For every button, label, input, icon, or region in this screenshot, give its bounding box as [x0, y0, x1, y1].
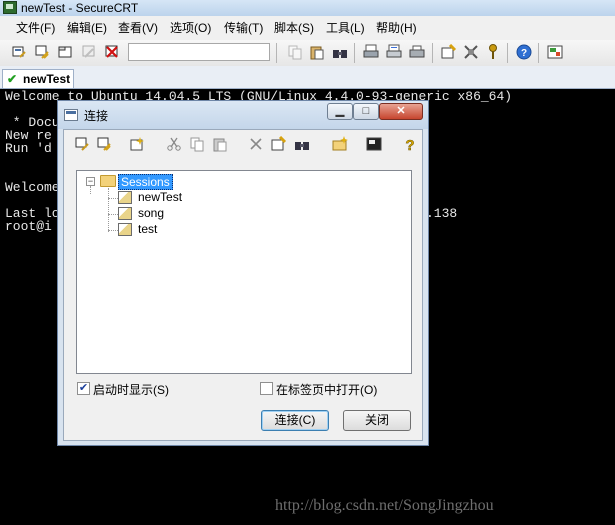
keymap-icon[interactable] — [485, 44, 501, 60]
session-tree[interactable]: − Sessions newTest song test — [76, 170, 412, 374]
quick-connect-icon[interactable] — [96, 136, 112, 152]
menu-view[interactable]: 查看(V) — [118, 16, 158, 40]
reconnect-icon[interactable] — [81, 44, 97, 60]
menu-transfer[interactable]: 传输(T) — [224, 16, 263, 40]
find-icon[interactable] — [332, 44, 348, 60]
toolbar-separator — [276, 43, 277, 63]
tree-session-newtest[interactable]: newTest — [138, 190, 182, 204]
folder-icon — [100, 175, 116, 187]
session-icon — [118, 191, 132, 204]
session-icon — [118, 223, 132, 236]
toolbar-separator — [538, 43, 539, 63]
connect-dialog: 连接 ▁ □ ✕ ? − Sessions newTest song test … — [57, 100, 429, 446]
open-in-tab-checkbox[interactable] — [260, 382, 273, 395]
watermark-text: http://blog.csdn.net/SongJingzhou — [275, 497, 494, 514]
help-icon[interactable]: ? — [402, 136, 418, 155]
tree-root-sessions[interactable]: Sessions — [118, 174, 173, 190]
show-on-startup-label: 启动时显示(S) — [93, 383, 169, 397]
printer-icon[interactable] — [409, 44, 425, 60]
toolbar-separator — [507, 43, 508, 63]
terminal-window-icon[interactable] — [366, 136, 382, 152]
find-icon[interactable] — [294, 136, 310, 152]
session-options-icon[interactable] — [441, 43, 457, 60]
window-title: newTest - SecureCRT — [21, 1, 139, 15]
maximize-button[interactable]: □ — [353, 103, 379, 120]
close-button[interactable]: 关闭 — [343, 410, 411, 431]
map-icon[interactable] — [547, 44, 563, 60]
menu-file[interactable]: 文件(F) — [16, 16, 55, 40]
terminal-line: root@i — [5, 219, 52, 234]
global-options-icon[interactable] — [463, 44, 479, 60]
close-window-button[interactable]: ✕ — [379, 103, 423, 120]
properties-icon[interactable] — [271, 135, 287, 152]
tab-label: newTest — [23, 72, 71, 86]
session-tab-strip: ✔ newTest — [0, 66, 615, 89]
tree-line — [90, 186, 91, 194]
tree-session-test[interactable]: test — [138, 222, 157, 236]
paste-icon[interactable] — [212, 136, 228, 152]
new-folder-icon[interactable] — [332, 136, 348, 152]
print-icon[interactable] — [363, 44, 379, 60]
tab-newtest[interactable]: ✔ newTest — [2, 69, 74, 88]
menu-script[interactable]: 脚本(S) — [274, 16, 314, 40]
menu-options[interactable]: 选项(O) — [170, 16, 211, 40]
copy-icon[interactable] — [287, 44, 303, 60]
connect-in-tab-icon[interactable] — [58, 44, 74, 60]
disconnect-icon[interactable] — [104, 44, 120, 60]
minimize-button[interactable]: ▁ — [327, 103, 353, 120]
terminal-line: Welcome — [5, 180, 60, 195]
new-session-icon[interactable] — [130, 136, 146, 152]
paste-icon[interactable] — [309, 44, 325, 60]
connect-icon[interactable] — [74, 136, 90, 152]
connect-icon[interactable] — [11, 44, 27, 60]
menu-edit[interactable]: 编辑(E) — [67, 16, 107, 40]
connected-check-icon: ✔ — [7, 72, 18, 86]
menu-tools[interactable]: 工具(L) — [326, 16, 365, 40]
print-selection-icon[interactable] — [386, 44, 402, 60]
quick-command-input[interactable] — [128, 43, 270, 61]
svg-text:?: ? — [405, 137, 414, 152]
window-titlebar: newTest - SecureCRT — [0, 0, 615, 16]
securecrt-app-icon — [3, 1, 17, 14]
tree-line — [108, 188, 109, 232]
toolbar-separator — [432, 43, 433, 63]
dialog-body: ? − Sessions newTest song test ✔ 启动时显示(S… — [63, 129, 423, 441]
terminal-ip-fragment: .138 — [426, 206, 458, 221]
terminal-line: Run 'd — [5, 141, 52, 156]
tree-session-song[interactable]: song — [138, 206, 164, 220]
dialog-title: 连接 — [84, 109, 109, 123]
cut-icon[interactable] — [166, 136, 182, 152]
menu-bar: 文件(F) 编辑(E) 查看(V) 选项(O) 传输(T) 脚本(S) 工具(L… — [0, 16, 615, 40]
toolbar-separator — [354, 43, 355, 63]
menu-help[interactable]: 帮助(H) — [376, 16, 417, 40]
help-icon[interactable]: ? — [516, 44, 532, 60]
svg-text:?: ? — [521, 48, 527, 59]
copy-icon[interactable] — [189, 136, 205, 152]
session-icon — [118, 207, 132, 220]
delete-icon[interactable] — [248, 136, 264, 152]
dialog-titlebar[interactable]: 连接 ▁ □ ✕ — [58, 101, 428, 129]
tree-collapse-toggle[interactable]: − — [86, 177, 95, 186]
quick-connect-icon[interactable] — [34, 44, 50, 60]
tree-line — [108, 198, 118, 199]
dialog-app-icon — [64, 109, 78, 121]
dialog-toolbar: ? — [64, 130, 422, 158]
tree-line — [108, 214, 118, 215]
main-toolbar: ? — [0, 40, 615, 67]
open-in-tab-label: 在标签页中打开(O) — [276, 383, 378, 397]
show-on-startup-checkbox[interactable]: ✔ — [77, 382, 90, 395]
connect-button[interactable]: 连接(C) — [261, 410, 329, 431]
tree-line — [108, 230, 118, 231]
